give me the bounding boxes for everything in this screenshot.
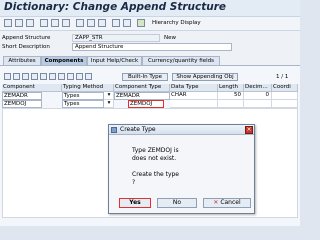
cell-decimals: 0 — [244, 92, 272, 100]
status-text: New — [164, 35, 176, 41]
tab-components[interactable]: Components — [41, 56, 87, 65]
column-header-coordinate[interactable]: Coordi — [272, 84, 298, 92]
column-header-component-type[interactable]: Component Type — [114, 84, 170, 92]
cell-component[interactable]: ZEMADR — [2, 92, 42, 100]
cell-data-type: CHAR — [170, 92, 218, 100]
title-bar: Dictionary: Change Append Structure — [0, 0, 300, 17]
delete-row-icon[interactable] — [40, 73, 47, 80]
cancel-x-icon: ✕ — [213, 199, 219, 206]
column-header-typing-method[interactable]: Typing Method — [62, 84, 114, 92]
dialog-title: Create Type — [120, 126, 156, 133]
cell-coordinate — [272, 92, 298, 100]
column-header-decimals[interactable]: Decim... — [244, 84, 272, 92]
cancel-label: Cancel — [220, 199, 241, 206]
page-info: 1 / 1 — [276, 74, 289, 80]
create-type-dialog: Create Type × Type ZEMDOJ is does not ex… — [108, 124, 255, 214]
scroll-last-icon[interactable] — [76, 73, 83, 80]
append-structure-field: ZAPP_STR — [72, 34, 160, 42]
short-description-field[interactable]: Append Structure — [72, 43, 232, 51]
column-header-length[interactable]: Length — [218, 84, 244, 92]
column-header-component[interactable]: Component — [2, 84, 62, 92]
append-structure-label: Append Structure — [2, 35, 51, 41]
tabstrip: Attributes Components Input Help/Check C… — [0, 56, 300, 65]
display-change-icon[interactable] — [15, 19, 23, 27]
cell-component[interactable]: ZEMDOJ — [2, 100, 42, 108]
cell-length — [218, 100, 244, 108]
dialog-question-mark: ? — [132, 179, 136, 186]
indexes-icon[interactable] — [123, 19, 131, 27]
check-icon[interactable] — [40, 19, 48, 27]
dropdown-arrow-icon[interactable]: ▾ — [104, 92, 114, 100]
where-used-icon[interactable] — [76, 19, 84, 27]
cell-component-type-highlighted[interactable]: ZEMDOJ — [128, 100, 164, 108]
technical-settings-icon[interactable] — [112, 19, 120, 27]
scroll-first-icon[interactable] — [67, 73, 74, 80]
back-icon[interactable] — [4, 19, 12, 27]
find-icon[interactable] — [49, 73, 56, 80]
cell-length: 50 — [218, 92, 244, 100]
tab-currency-quantity-fields[interactable]: Currency/quantity fields — [142, 56, 220, 65]
find-next-icon[interactable] — [58, 73, 65, 80]
activate-icon[interactable] — [51, 19, 59, 27]
navigation-window-icon[interactable] — [98, 19, 106, 27]
dialog-message-line2: does not exist. — [132, 155, 177, 162]
window-title: Dictionary: Change Append Structure — [4, 1, 227, 13]
other-object-icon[interactable] — [26, 19, 34, 27]
dialog-title-bar: Create Type × — [109, 125, 254, 135]
cell-typing-method[interactable]: Types — [62, 92, 104, 100]
components-table: Component Typing Method Component Type D… — [2, 84, 298, 108]
dialog-question: Create the type — [132, 171, 180, 178]
cancel-button[interactable]: ✕ Cancel — [203, 198, 251, 208]
test-icon[interactable] — [62, 19, 70, 27]
paste-icon[interactable] — [22, 73, 29, 80]
application-toolbar: Hierarchy Display — [0, 17, 300, 31]
dialog-app-icon — [111, 127, 117, 133]
cell-coordinate — [272, 100, 298, 108]
display-object-list-icon[interactable] — [87, 19, 95, 27]
cut-icon[interactable] — [4, 73, 11, 80]
short-description-label: Short Description — [2, 44, 50, 50]
no-button[interactable]: No — [157, 198, 197, 208]
yes-button[interactable]: Yes — [119, 198, 151, 208]
hierarchy-icon[interactable] — [137, 19, 145, 27]
cell-decimals — [244, 100, 272, 108]
dialog-message-line1: Type ZEMDOJ is — [132, 147, 179, 154]
column-header-data-type[interactable]: Data Type — [170, 84, 218, 92]
cell-data-type — [170, 100, 218, 108]
show-appending-obj-button[interactable]: Show Appending Obj — [172, 73, 238, 81]
hierarchy-display-button[interactable]: Hierarchy Display — [152, 20, 201, 26]
built-in-type-button[interactable]: Built-In Type — [122, 73, 168, 81]
element-details-icon[interactable] — [85, 73, 92, 80]
close-icon[interactable]: × — [245, 126, 253, 134]
insert-row-icon[interactable] — [31, 73, 38, 80]
tab-input-help-check[interactable]: Input Help/Check — [87, 56, 142, 65]
copy-icon[interactable] — [13, 73, 20, 80]
cell-typing-method[interactable]: Types — [62, 100, 104, 108]
cell-component-type[interactable]: ZEMADR — [114, 92, 170, 100]
tab-attributes[interactable]: Attributes — [3, 56, 41, 65]
dropdown-arrow-icon[interactable]: ▾ — [104, 100, 114, 108]
